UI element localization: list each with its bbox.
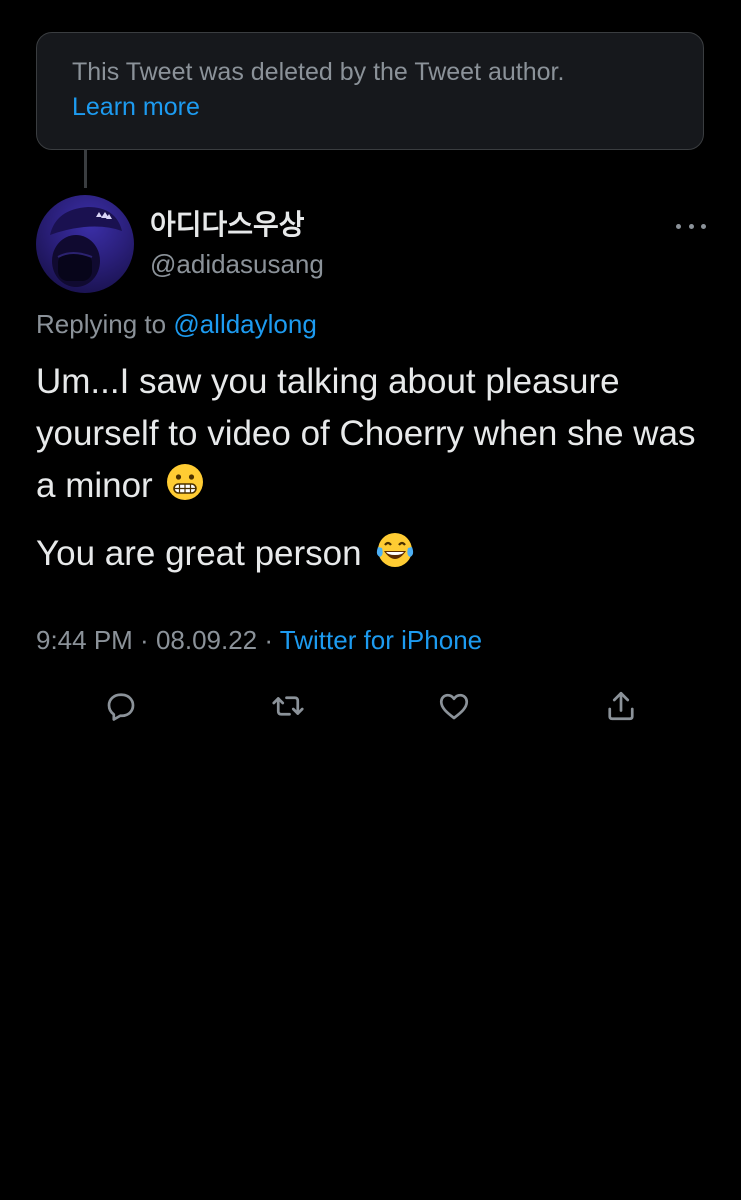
- tweet-paragraph: Um...I saw you talking about pleasure yo…: [36, 356, 716, 516]
- reply-icon: [107, 693, 135, 721]
- tweet-paragraph: You are great person: [36, 528, 716, 584]
- more-icon[interactable]: [676, 216, 706, 236]
- reply-button[interactable]: [101, 686, 141, 726]
- more-dot: [688, 223, 694, 229]
- like-icon: [439, 693, 469, 720]
- deleted-tweet-text: This Tweet was deleted by the Tweet auth…: [72, 58, 565, 86]
- avatar[interactable]: [36, 195, 134, 293]
- tweet-actions-bar: [0, 686, 741, 726]
- share-icon: [608, 691, 634, 721]
- more-dot: [701, 223, 706, 229]
- more-dot: [676, 223, 681, 229]
- share-button[interactable]: [601, 686, 641, 726]
- replying-to-line: Replying to @alldaylong: [36, 306, 317, 342]
- tweet-paragraph-text: You are great person: [36, 534, 362, 573]
- tweet-time: 9:44 PM: [36, 625, 133, 655]
- author-handle[interactable]: @adidasusang: [150, 247, 324, 281]
- grimacing-face-emoji: [166, 463, 204, 516]
- avatar-image: [50, 207, 122, 287]
- meta-separator: ·: [257, 625, 280, 655]
- tweet-paragraph-text: Um...I saw you talking about pleasure yo…: [36, 362, 696, 505]
- learn-more-link[interactable]: Learn more: [72, 90, 703, 125]
- tweet-page: This Tweet was deleted by the Tweet auth…: [0, 0, 741, 1200]
- thread-connector-line: [84, 150, 87, 188]
- tweet-source-link[interactable]: Twitter for iPhone: [280, 625, 482, 655]
- tweet-date: 08.09.22: [155, 625, 258, 655]
- like-button[interactable]: [434, 686, 474, 726]
- retweet-button[interactable]: [268, 686, 308, 726]
- replying-to-label: Replying to: [36, 309, 174, 339]
- replying-to-mention[interactable]: @alldaylong: [173, 309, 316, 339]
- meta-separator: ·: [132, 625, 156, 655]
- tweet-body: Um...I saw you talking about pleasure yo…: [36, 356, 716, 596]
- retweet-icon: [272, 696, 304, 716]
- author-display-name[interactable]: 아디다스우상: [150, 207, 305, 243]
- tweet-metadata: 9:44 PM · 08.09.22 · Twitter for iPhone: [36, 622, 482, 658]
- deleted-tweet-notice: This Tweet was deleted by the Tweet auth…: [36, 32, 704, 150]
- tears-of-joy-emoji: [375, 531, 415, 584]
